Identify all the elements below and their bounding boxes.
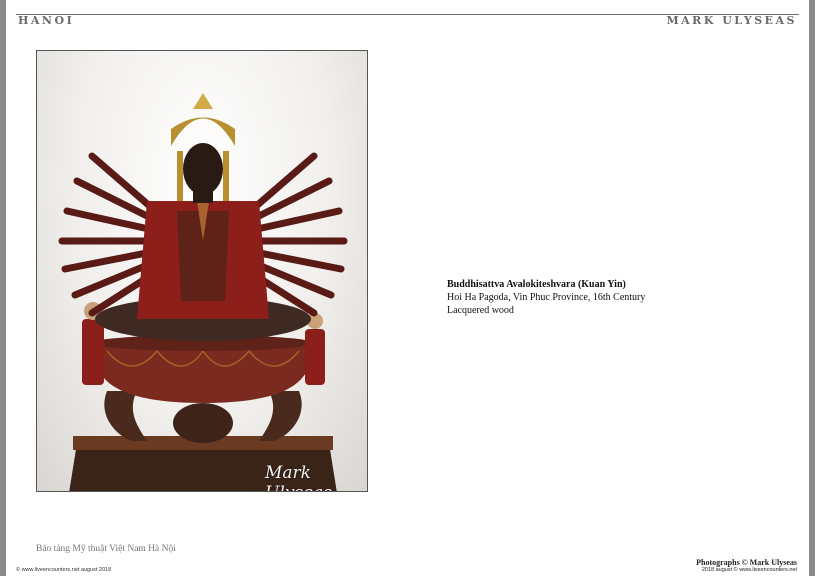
left-attendant-body (82, 319, 104, 385)
left-support (104, 391, 147, 441)
photo-credit: Photographs © Mark Ulyseas 2018 august ©… (696, 558, 797, 573)
artwork-title: Buddhisattva Avalokiteshvara (Kuan Yin) (447, 279, 626, 290)
photo-credit-line: Photographs © Mark Ulyseas (696, 558, 797, 567)
museum-name: Bảo tàng Mỹ thuật Việt Nam Hà Nội (36, 544, 176, 554)
golden-crown (171, 117, 235, 146)
right-attendant-body (305, 329, 325, 385)
header-section-title: HANOI (18, 14, 75, 27)
artwork-material: Lacquered wood (447, 305, 514, 316)
artwork-caption: Buddhisattva Avalokiteshvara (Kuan Yin) … (447, 278, 645, 317)
right-crown-ribbon (223, 151, 229, 201)
magazine-page: HANOI MARK ULYSEAS Mark Buddhisattva Ava… (6, 0, 809, 576)
center-support (173, 403, 233, 443)
face (183, 143, 223, 195)
artwork-origin: Hoi Ha Pagoda, Vin Phuc Province, 16th C… (447, 292, 646, 303)
footer-copyright: © www.liveencounters.net august 2018 (16, 567, 112, 573)
left-crown-ribbon (177, 151, 183, 201)
right-support (259, 391, 302, 441)
header-author-name: MARK ULYSEAS (666, 14, 797, 27)
statue-photograph: Mark Ulyseas (36, 50, 368, 492)
photo-watermark: Mark Ulyseas (265, 463, 332, 491)
crown-peak (193, 93, 213, 109)
photo-credit-date: 2018 august © www.liveencounters.net (701, 567, 797, 573)
statue-illustration (58, 93, 348, 491)
